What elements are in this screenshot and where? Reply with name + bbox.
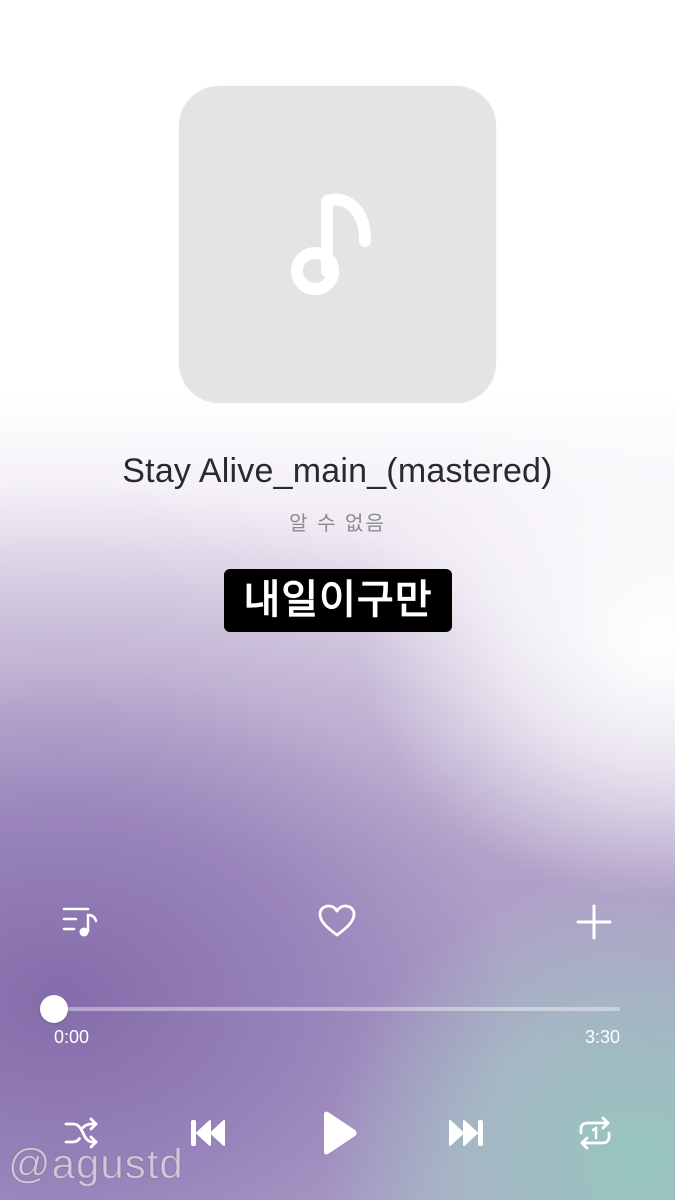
watermark-text: @agustd [8, 1140, 184, 1188]
play-icon[interactable] [319, 1110, 359, 1161]
elapsed-time: 0:00 [54, 1027, 90, 1047]
heart-icon[interactable] [318, 904, 356, 943]
album-art [179, 86, 496, 403]
progress-thumb[interactable] [40, 995, 68, 1023]
progress-track[interactable] [54, 1007, 620, 1011]
artist-name: 알 수 없음 [289, 513, 386, 535]
caption-overlay: 내일이구만 [224, 569, 452, 632]
repeat-one-icon[interactable] [577, 1115, 613, 1156]
music-note-icon [291, 193, 371, 295]
song-title: Stay Alive_main_(mastered) [122, 452, 553, 490]
skip-next-icon[interactable] [448, 1119, 484, 1152]
skip-previous-icon[interactable] [190, 1119, 226, 1152]
plus-icon[interactable] [576, 904, 612, 945]
playlist-icon[interactable] [62, 903, 100, 944]
total-duration: 3:30 [584, 1027, 620, 1047]
